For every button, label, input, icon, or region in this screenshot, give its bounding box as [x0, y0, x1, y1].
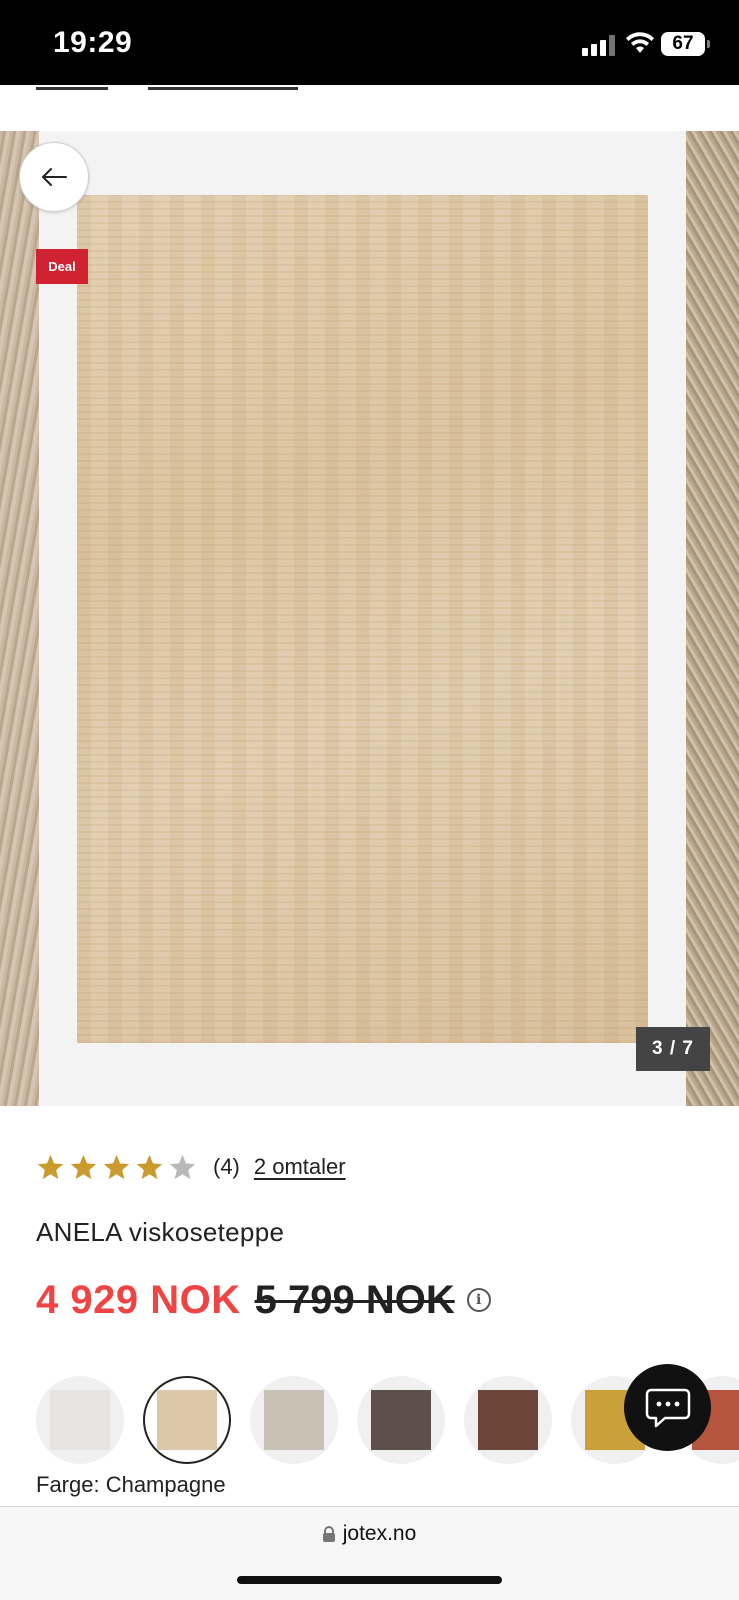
chat-button[interactable]	[624, 1364, 711, 1451]
rating-stars	[36, 1153, 197, 1182]
info-icon[interactable]: i	[466, 1288, 491, 1312]
current-slide[interactable]	[39, 131, 686, 1106]
star-empty-icon	[169, 1154, 196, 1179]
status-bar: 19:29 67	[0, 0, 739, 85]
chat-icon	[645, 1388, 690, 1427]
battery-icon: 67	[661, 32, 710, 56]
color-swatch[interactable]	[357, 1376, 445, 1464]
price-row: 4 929 NOK 5 799 NOK i	[36, 1275, 491, 1325]
swatch-color-chip	[50, 1390, 110, 1450]
star-filled-icon	[70, 1154, 97, 1179]
product-image-gallery[interactable]	[0, 131, 739, 1106]
rating-count: (4)	[213, 1154, 240, 1179]
sale-price: 4 929 NOK	[36, 1277, 241, 1322]
swatch-color-chip	[264, 1390, 324, 1450]
star-filled-icon	[136, 1154, 163, 1179]
home-indicator[interactable]	[237, 1576, 502, 1584]
previous-slide-image[interactable]	[0, 131, 39, 1106]
star-filled-icon	[103, 1154, 130, 1179]
star-filled-icon	[37, 1154, 64, 1179]
deal-badge: Deal	[36, 249, 88, 284]
nav-underline	[148, 87, 298, 90]
arrow-left-icon	[42, 168, 67, 186]
original-price: 5 799 NOK	[254, 1277, 455, 1322]
product-rating: (4) 2 omtaler	[36, 1150, 346, 1184]
lock-icon	[322, 1526, 335, 1542]
back-button[interactable]	[19, 142, 89, 212]
nav-underline	[36, 87, 108, 90]
status-time: 19:29	[53, 26, 133, 59]
product-image-rug	[77, 195, 648, 1043]
cellular-signal-icon	[582, 34, 618, 56]
reviews-link[interactable]: 2 omtaler	[254, 1154, 346, 1180]
top-nav-partial	[0, 85, 739, 131]
color-swatch[interactable]	[143, 1376, 231, 1464]
url-text: jotex.no	[342, 1522, 417, 1545]
browser-bottom-bar: jotex.no	[0, 1506, 739, 1600]
selected-color-label: Farge: Champagne	[36, 1472, 226, 1497]
image-counter: 3 / 7	[636, 1027, 710, 1071]
swatch-color-chip	[157, 1390, 217, 1450]
color-swatch[interactable]	[250, 1376, 338, 1464]
swatch-color-chip	[478, 1390, 538, 1450]
color-swatch[interactable]	[464, 1376, 552, 1464]
product-title: ANELA viskoseteppe	[36, 1217, 285, 1247]
next-slide-image[interactable]	[686, 131, 739, 1106]
wifi-icon	[626, 32, 654, 53]
swatch-color-chip	[371, 1390, 431, 1450]
color-swatch[interactable]	[36, 1376, 124, 1464]
address-bar[interactable]: jotex.no	[0, 1522, 739, 1546]
